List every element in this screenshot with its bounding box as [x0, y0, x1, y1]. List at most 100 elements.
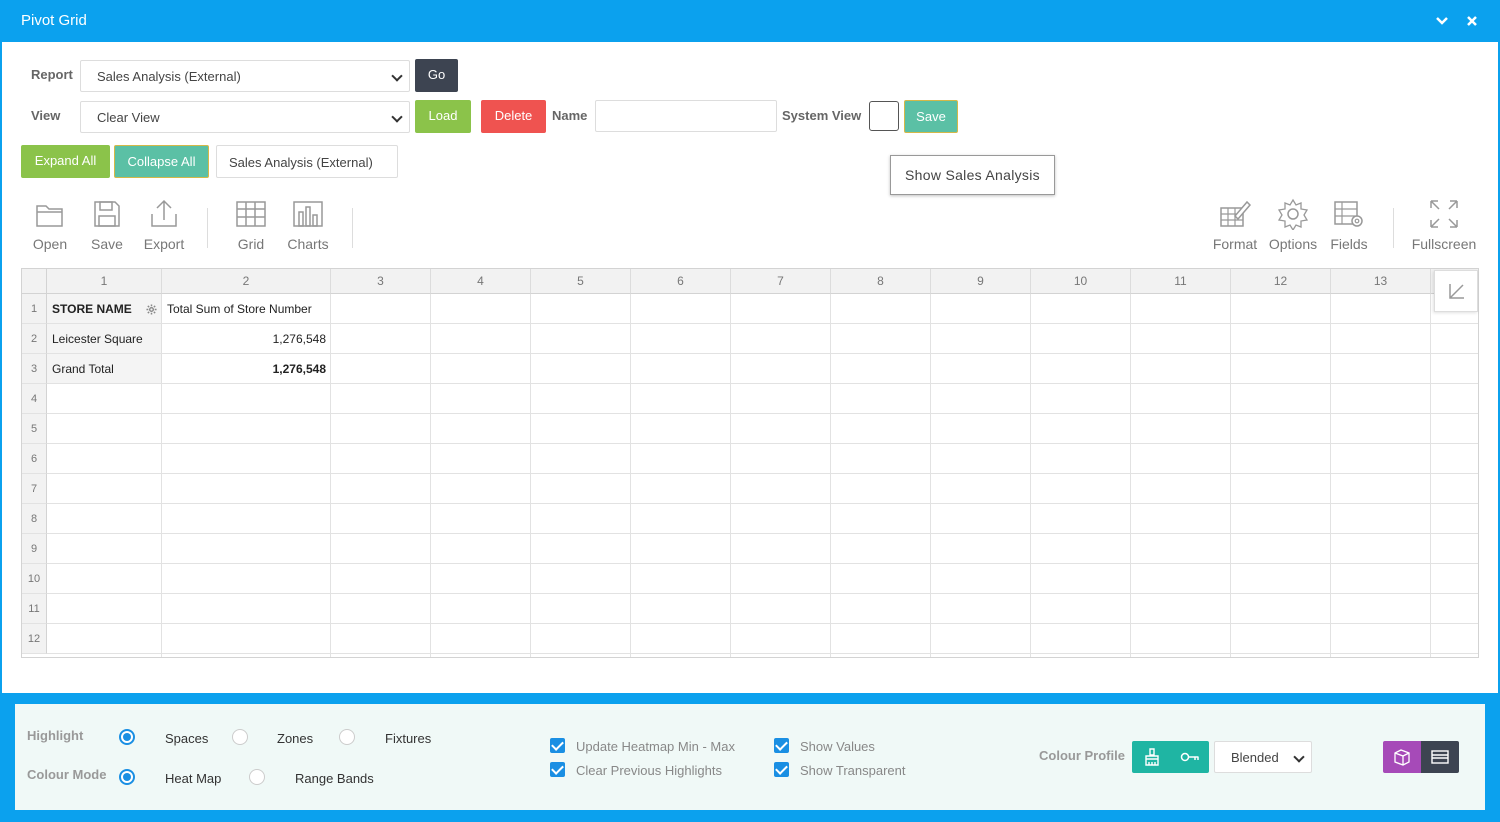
- row-header[interactable]: 9: [22, 534, 47, 564]
- colour-profile-label: Colour Profile: [1039, 748, 1125, 763]
- column-header[interactable]: 8: [831, 269, 931, 294]
- floppy-icon: [94, 201, 120, 227]
- colour-profile-select[interactable]: Blended: [1214, 741, 1312, 773]
- row-header[interactable]: 10: [22, 564, 47, 594]
- options-label: Options: [1268, 236, 1318, 252]
- expand-all-button[interactable]: Expand All: [21, 145, 110, 178]
- grid-icon: [236, 201, 266, 227]
- key-icon: [1180, 752, 1199, 762]
- column-header[interactable]: 12: [1231, 269, 1331, 294]
- show-transparent-checkbox[interactable]: [774, 762, 789, 777]
- column-header[interactable]: 2: [162, 269, 331, 294]
- collapse-panel-button[interactable]: [1434, 270, 1478, 312]
- pivot-grid[interactable]: 1 2 3 4 5 6 7 8 9 10 11 12 13 1 2 3 4 5 …: [21, 268, 1479, 658]
- row-header[interactable]: 2: [22, 324, 47, 354]
- chevron-down-icon: [1293, 751, 1305, 763]
- column-header[interactable]: 11: [1131, 269, 1231, 294]
- row-header[interactable]: 8: [22, 504, 47, 534]
- store-name-header-label: STORE NAME: [52, 302, 132, 316]
- go-button[interactable]: Go: [415, 59, 458, 92]
- show-transparent-label: Show Transparent: [800, 763, 906, 778]
- grid-tool[interactable]: Grid: [230, 198, 272, 252]
- clear-highlights-checkbox[interactable]: [550, 762, 565, 777]
- system-view-checkbox[interactable]: [869, 101, 899, 131]
- gear-icon: [146, 304, 157, 315]
- column-header[interactable]: 10: [1031, 269, 1131, 294]
- store-name-header[interactable]: STORE NAME: [47, 294, 162, 324]
- system-view-label: System View: [782, 108, 862, 123]
- column-header[interactable]: 5: [531, 269, 631, 294]
- load-button[interactable]: Load: [415, 100, 471, 133]
- format-label: Format: [1212, 236, 1258, 252]
- show-values-checkbox[interactable]: [774, 738, 789, 753]
- column-header[interactable]: 3: [331, 269, 431, 294]
- column-header[interactable]: 7: [731, 269, 831, 294]
- 3d-view-button[interactable]: [1383, 741, 1421, 773]
- key-button[interactable]: [1171, 741, 1209, 773]
- brush-icon: [1144, 748, 1159, 766]
- fullscreen-icon: [1430, 200, 1458, 228]
- brush-button[interactable]: [1132, 741, 1171, 773]
- column-header[interactable]: 4: [431, 269, 531, 294]
- update-heatmap-label: Update Heatmap Min - Max: [576, 739, 735, 754]
- row-header[interactable]: 6: [22, 444, 47, 474]
- zones-label: Zones: [277, 731, 314, 746]
- close-icon[interactable]: [1462, 10, 1482, 32]
- charts-label: Charts: [287, 236, 329, 252]
- row-header[interactable]: 12: [22, 624, 47, 654]
- open-tool[interactable]: Open: [29, 198, 71, 252]
- toolbar-divider: [1393, 208, 1394, 248]
- format-tool[interactable]: Format: [1210, 198, 1260, 252]
- radio-spaces[interactable]: [119, 729, 135, 745]
- fields-icon: [1334, 201, 1363, 227]
- grand-total-label[interactable]: Grand Total: [47, 354, 162, 384]
- chevron-down-icon[interactable]: [1432, 10, 1452, 32]
- fullscreen-tool[interactable]: Fullscreen: [1410, 198, 1478, 252]
- save-label: Save: [91, 236, 123, 252]
- value-cell[interactable]: 1,276,548: [162, 324, 331, 354]
- highlight-label: Highlight: [27, 728, 84, 743]
- bar-chart-icon: [293, 201, 323, 227]
- measure-header[interactable]: Total Sum of Store Number: [162, 294, 331, 324]
- save-tool[interactable]: Save: [86, 198, 128, 252]
- chevron-down-icon: [391, 111, 403, 123]
- gear-icon: [1277, 198, 1309, 230]
- charts-tool[interactable]: Charts: [285, 198, 331, 252]
- name-input[interactable]: [595, 100, 777, 132]
- collapse-all-button[interactable]: Collapse All: [114, 145, 209, 178]
- row-header[interactable]: 5: [22, 414, 47, 444]
- view-select[interactable]: Clear View: [80, 101, 410, 133]
- grid-corner: [22, 269, 47, 294]
- radio-zones[interactable]: [232, 729, 248, 745]
- report-select[interactable]: Sales Analysis (External): [80, 60, 410, 92]
- radio-range-bands[interactable]: [249, 769, 265, 785]
- row-header[interactable]: 11: [22, 594, 47, 624]
- fields-tool[interactable]: Fields: [1327, 198, 1371, 252]
- toolbar-divider: [352, 208, 353, 248]
- row-label-cell[interactable]: Leicester Square: [47, 324, 162, 354]
- report-label: Report: [31, 67, 73, 82]
- column-header[interactable]: 6: [631, 269, 731, 294]
- row-header[interactable]: 1: [22, 294, 47, 324]
- chevron-down-icon: [391, 70, 403, 82]
- column-header[interactable]: 9: [931, 269, 1031, 294]
- row-header[interactable]: 4: [22, 384, 47, 414]
- fullscreen-label: Fullscreen: [1411, 236, 1477, 252]
- 2d-view-button[interactable]: [1421, 741, 1459, 773]
- grand-total-value[interactable]: 1,276,548: [162, 354, 331, 384]
- row-header[interactable]: 7: [22, 474, 47, 504]
- column-header[interactable]: 13: [1331, 269, 1431, 294]
- options-tool[interactable]: Options: [1266, 198, 1320, 252]
- export-tool[interactable]: Export: [140, 198, 188, 252]
- delete-button[interactable]: Delete: [481, 100, 546, 133]
- minimize-arrow-icon: [1449, 284, 1464, 299]
- update-heatmap-checkbox[interactable]: [550, 738, 565, 753]
- radio-fixtures[interactable]: [339, 729, 355, 745]
- clear-highlights-label: Clear Previous Highlights: [576, 763, 722, 778]
- folder-icon: [36, 205, 63, 227]
- save-view-button[interactable]: Save: [904, 100, 958, 133]
- colour-profile-value: Blended: [1231, 750, 1279, 765]
- column-header[interactable]: 1: [47, 269, 162, 294]
- row-header[interactable]: 3: [22, 354, 47, 384]
- radio-heat-map[interactable]: [119, 769, 135, 785]
